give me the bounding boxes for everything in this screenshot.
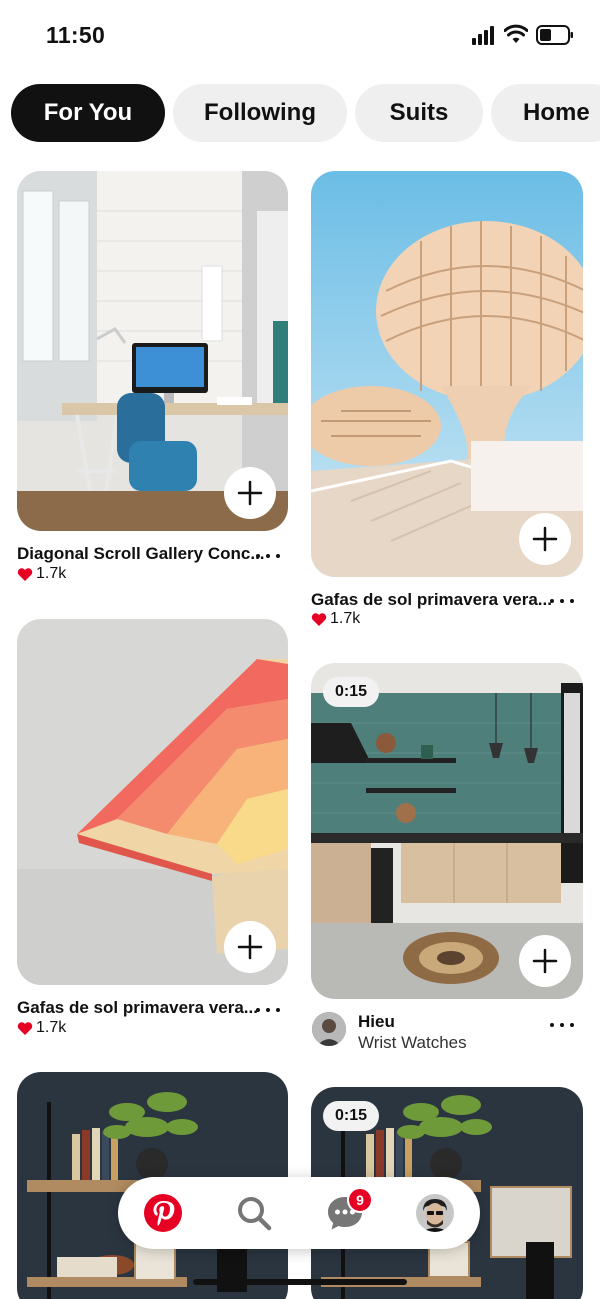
pinterest-home-icon	[144, 1194, 182, 1232]
plus-icon	[532, 948, 558, 974]
pin-likes: 1.7k	[17, 1019, 66, 1037]
more-options-button[interactable]	[256, 552, 280, 560]
home-indicator	[193, 1279, 407, 1285]
profile-avatar	[416, 1194, 454, 1232]
pin-title[interactable]: Gafas de sol primavera vera...	[17, 998, 258, 1018]
search-icon	[238, 1197, 272, 1231]
video-duration: 0:15	[323, 1101, 380, 1131]
more-options-button[interactable]	[550, 597, 574, 605]
pin-video-kitchen[interactable]: 0:15	[311, 663, 583, 999]
plus-icon	[237, 934, 263, 960]
cellular-signal-icon	[472, 26, 494, 45]
pin-title[interactable]: Diagonal Scroll Gallery Conc...	[17, 544, 265, 564]
nav-messages[interactable]: 9	[323, 1187, 373, 1235]
save-pin-button[interactable]	[224, 467, 276, 519]
pin-image-table[interactable]	[17, 619, 288, 985]
pin-likes: 1.7k	[17, 565, 66, 583]
wifi-icon	[504, 24, 528, 43]
video-duration: 0:15	[323, 677, 380, 707]
pin-image-office[interactable]	[17, 171, 288, 531]
board-name[interactable]: Wrist Watches	[358, 1033, 467, 1053]
tab-for-you[interactable]: For You	[11, 84, 165, 142]
more-options-button[interactable]	[550, 1021, 574, 1029]
messages-badge: 9	[347, 1187, 373, 1213]
tab-suits[interactable]: Suits	[355, 84, 483, 142]
tab-following[interactable]: Following	[173, 84, 347, 142]
heart-icon	[17, 567, 33, 581]
status-time: 11:50	[46, 22, 106, 48]
bottom-nav-bar: 9	[118, 1177, 480, 1249]
avatar-photo	[312, 1012, 346, 1046]
plus-icon	[532, 526, 558, 552]
more-options-button[interactable]	[256, 1006, 280, 1014]
save-pin-button[interactable]	[224, 921, 276, 973]
battery-icon	[536, 25, 573, 45]
feed-tabs: For You Following Suits Home	[11, 84, 600, 142]
nav-home[interactable]	[141, 1191, 185, 1235]
nav-search[interactable]	[232, 1191, 276, 1235]
pin-likes: 1.7k	[311, 610, 360, 628]
heart-icon	[17, 1021, 33, 1035]
likes-count: 1.7k	[36, 1019, 67, 1036]
heart-icon	[311, 612, 327, 626]
plus-icon	[237, 480, 263, 506]
likes-count: 1.7k	[36, 565, 67, 582]
status-bar: 11:50	[0, 0, 600, 70]
tab-home[interactable]: Home	[491, 84, 600, 142]
author-avatar[interactable]	[312, 1012, 346, 1046]
save-pin-button[interactable]	[519, 935, 571, 987]
pin-title[interactable]: Gafas de sol primavera vera...	[311, 590, 552, 610]
author-name[interactable]: Hieu	[358, 1012, 395, 1032]
nav-profile[interactable]	[413, 1191, 457, 1235]
save-pin-button[interactable]	[519, 513, 571, 565]
pin-image-architecture[interactable]	[311, 171, 583, 577]
likes-count: 1.7k	[330, 610, 361, 627]
